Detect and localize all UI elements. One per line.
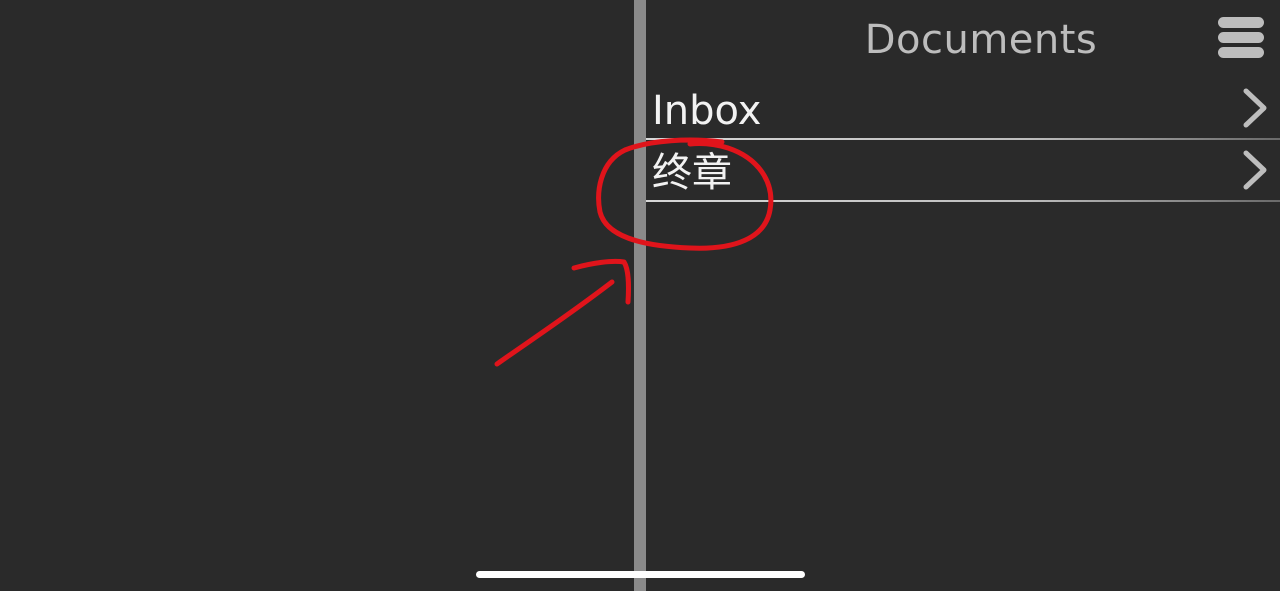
app-screen: Documents Inbox 终章 <box>0 0 1280 591</box>
list-item-inbox[interactable]: Inbox <box>646 78 1280 140</box>
chevron-right-icon <box>1243 88 1267 128</box>
chevron-right-icon <box>1243 150 1267 190</box>
list-item-final-chapter[interactable]: 终章 <box>646 140 1280 202</box>
home-indicator[interactable] <box>476 571 805 578</box>
documents-pane: Documents Inbox 终章 <box>646 0 1280 591</box>
document-list: Inbox 终章 <box>646 78 1280 202</box>
split-divider[interactable] <box>634 0 646 591</box>
page-title: Documents <box>864 17 1098 63</box>
list-item-label: Inbox <box>652 88 762 134</box>
menu-bar-bottom <box>1218 47 1264 58</box>
menu-bar-top <box>1218 17 1264 28</box>
hamburger-menu-icon[interactable] <box>1218 17 1266 61</box>
menu-bar-middle <box>1218 32 1264 43</box>
header: Documents <box>646 0 1280 80</box>
list-item-label: 终章 <box>652 150 732 196</box>
list-item-divider <box>646 200 1280 202</box>
left-pane <box>0 0 634 591</box>
